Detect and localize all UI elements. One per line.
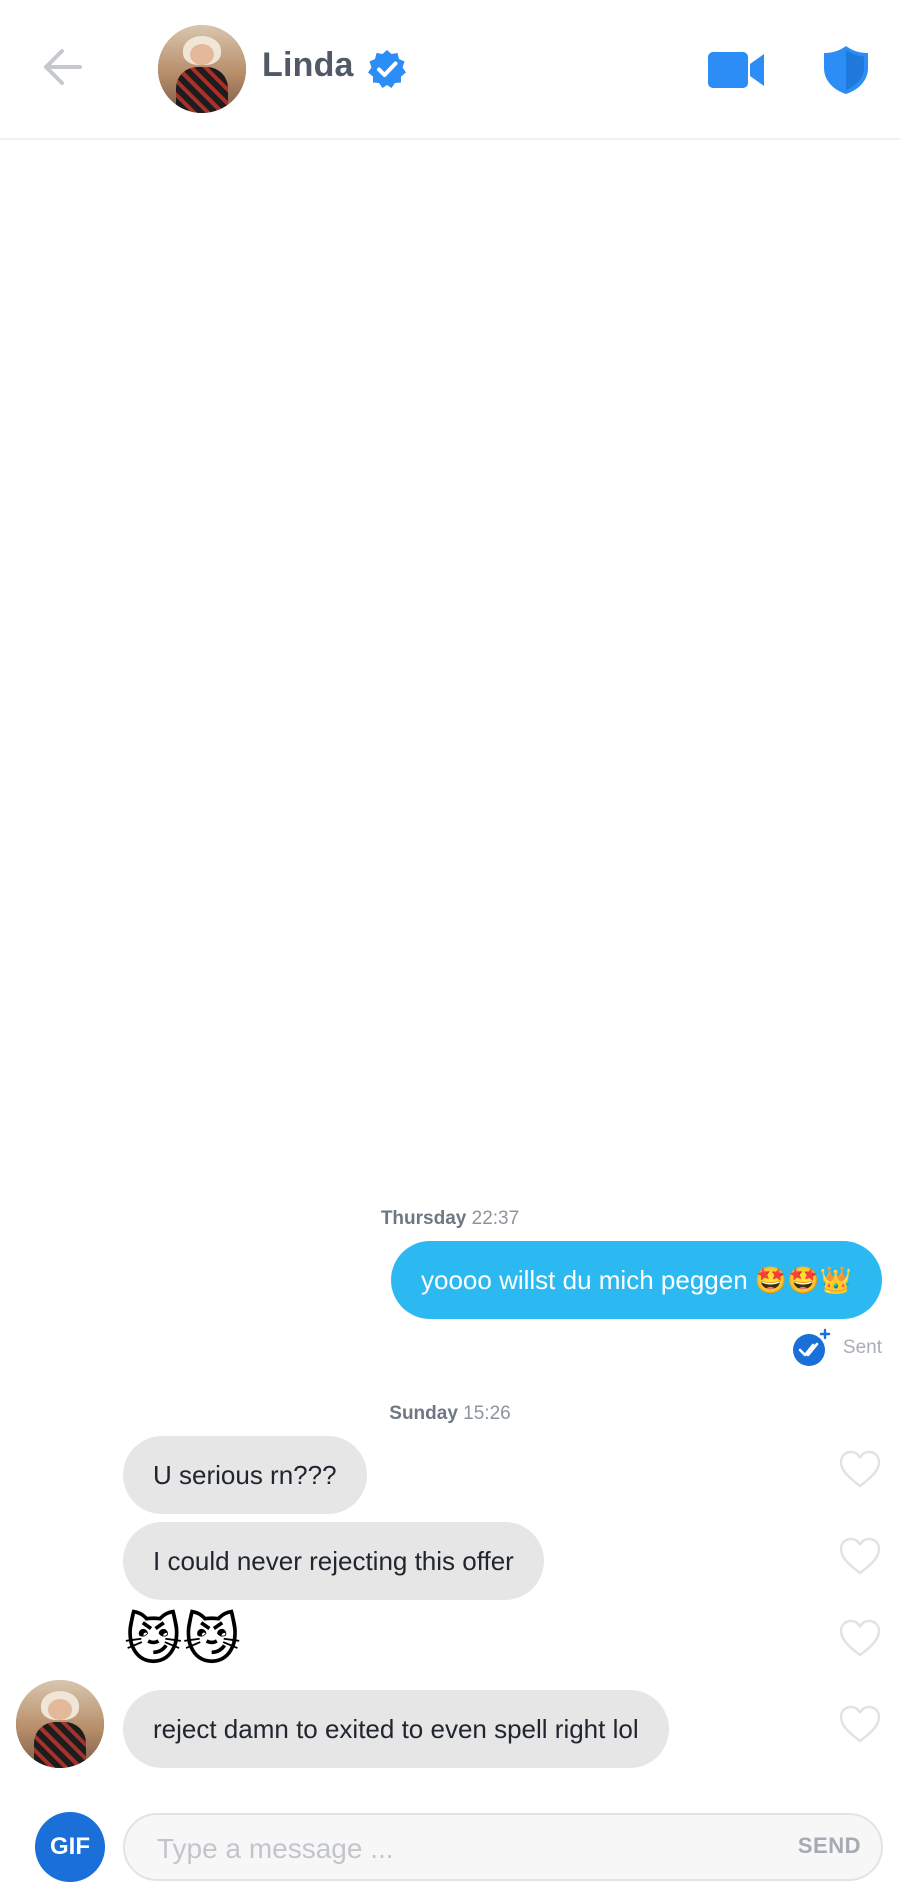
heart-outline-icon[interactable] xyxy=(838,1618,882,1658)
message-input[interactable] xyxy=(155,1823,729,1875)
timestamp-day: Thursday xyxy=(380,1208,467,1229)
sent-status: Sent xyxy=(791,1328,882,1368)
incoming-message[interactable]: I could never rejecting this offer xyxy=(123,1522,544,1600)
video-camera-icon[interactable] xyxy=(706,48,766,92)
shield-icon[interactable] xyxy=(822,44,870,96)
match-avatar[interactable] xyxy=(16,1680,104,1768)
match-avatar[interactable] xyxy=(158,25,246,113)
incoming-emoji-message[interactable]: 😼😼 xyxy=(124,1612,241,1668)
gif-button[interactable]: GIF xyxy=(35,1812,105,1882)
incoming-message[interactable]: reject damn to exited to even spell righ… xyxy=(123,1690,669,1768)
outgoing-message[interactable]: yoooo willst du mich peggen 🤩🤩👑 xyxy=(391,1241,882,1319)
timestamp-time: 15:26 xyxy=(463,1403,511,1424)
send-button[interactable]: SEND xyxy=(798,1833,861,1859)
timestamp-thursday: Thursday 22:37 xyxy=(0,1208,900,1230)
chat-header: Linda xyxy=(0,0,900,140)
incoming-message[interactable]: U serious rn??? xyxy=(123,1436,367,1514)
message-composer: SEND xyxy=(123,1813,883,1881)
chat-screen: Linda Thursday 22:37 yoooo willst du mic… xyxy=(0,0,900,1900)
timestamp-time: 22:37 xyxy=(471,1208,520,1229)
heart-outline-icon[interactable] xyxy=(838,1704,882,1744)
heart-outline-icon[interactable] xyxy=(838,1536,882,1576)
arrow-left-icon xyxy=(44,49,82,85)
timestamp-sunday: Sunday 15:26 xyxy=(0,1403,900,1425)
back-button[interactable] xyxy=(30,35,94,99)
verified-check-icon xyxy=(368,50,406,88)
match-name[interactable]: Linda xyxy=(262,46,354,85)
heart-outline-icon[interactable] xyxy=(838,1449,882,1489)
read-receipt-icon xyxy=(792,1328,831,1366)
timestamp-day: Sunday xyxy=(389,1403,458,1424)
sent-label: Sent xyxy=(842,1337,882,1358)
